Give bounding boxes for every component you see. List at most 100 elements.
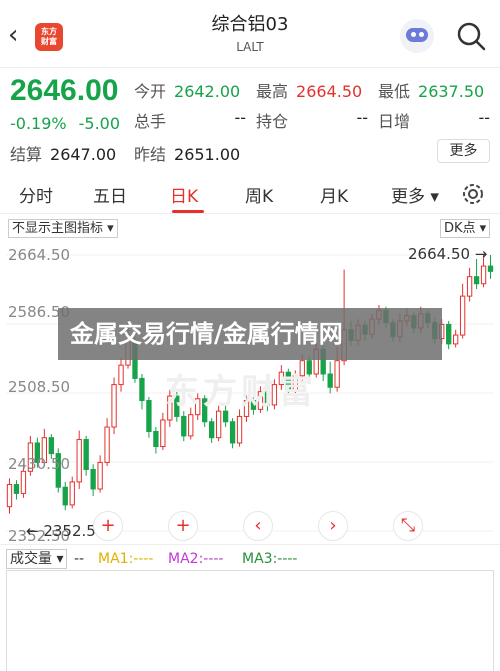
watermark: 东方财富 (165, 372, 317, 412)
candle-body (146, 400, 152, 432)
top-bar: ‹ 东方 财富 综合铝03 LALT (0, 0, 500, 68)
tab-five-day[interactable]: 五日 (93, 182, 127, 207)
candle (13, 480, 20, 500)
y-tick-label: 2430.50 (8, 455, 71, 473)
quote-field-settle: 结算 2647.00 (10, 145, 117, 164)
page-title: 综合铝03 (211, 14, 289, 35)
candle-body (90, 469, 96, 490)
candle (473, 258, 480, 290)
candle (69, 476, 75, 509)
candle (327, 361, 333, 394)
candle-body (215, 410, 222, 439)
candle (236, 409, 243, 447)
title-block: 综合铝03 LALT (150, 10, 350, 54)
y-tick-label: 2664.50 (8, 246, 71, 264)
app-logo: 东方 财富 (35, 23, 63, 51)
quote-field-low: 最低 2637.50 (378, 82, 485, 101)
assistant-robot-icon[interactable] (400, 19, 434, 53)
dk-point-select[interactable]: DK点 ▾ (440, 219, 491, 238)
period-tabs: 分时 五日 日K 周K 月K 更多 ▾ (0, 172, 500, 214)
candle-body (118, 364, 124, 386)
volume-value: -- (74, 551, 85, 567)
fullscreen-button[interactable]: ⤡ (393, 511, 423, 541)
candle-body (6, 484, 13, 508)
quote-field-prev-settle: 昨结 2651.00 (134, 145, 241, 164)
candle (181, 411, 187, 442)
ma3-label: MA3:---- (242, 551, 298, 567)
candle-body (334, 360, 340, 388)
scroll-left-button[interactable]: ‹ (243, 511, 273, 541)
candle (76, 430, 82, 489)
volume-header: 成交量 ▾ -- MA1:---- MA2:---- MA3:---- (0, 544, 500, 570)
candle-body (153, 430, 159, 448)
candle (90, 464, 96, 497)
change-amount: -5.00 (78, 114, 121, 133)
main-indicator-select[interactable]: 不显示主图指标 ▾ (8, 219, 118, 238)
volume-chart[interactable] (6, 570, 494, 671)
change-percent: -0.19% (10, 114, 67, 133)
candle-body (466, 276, 473, 297)
candle-body (446, 323, 452, 345)
candle (446, 320, 452, 350)
candle (452, 329, 459, 348)
candle-body (327, 373, 333, 388)
candle-body (473, 276, 480, 285)
quote-field-daily-change: 日增 -- (378, 108, 490, 131)
candle-body (76, 438, 82, 483)
gear-icon[interactable] (460, 181, 486, 207)
candle (83, 435, 89, 476)
candle (139, 373, 145, 410)
candle-body (104, 426, 110, 463)
more-button[interactable]: 更多 (437, 139, 490, 163)
tab-daily-k[interactable]: 日K (170, 182, 198, 207)
quote-field-open: 今开 2642.00 (134, 82, 241, 101)
candle-body (83, 438, 89, 471)
candle-body (48, 437, 54, 455)
quote-field-volume: 总手 -- (134, 108, 246, 131)
candle-body (459, 295, 466, 336)
price-change: -0.19% -5.00 (10, 114, 132, 133)
high-marker-label: 2664.50 → (408, 245, 488, 263)
page-subtitle: LALT (236, 40, 264, 54)
back-icon[interactable]: ‹ (8, 20, 30, 50)
candle (466, 267, 473, 302)
scroll-right-button[interactable]: › (318, 511, 348, 541)
candle (459, 283, 466, 339)
candle-body (20, 470, 27, 494)
candle (62, 481, 68, 511)
candle (208, 418, 215, 443)
candle-body (188, 414, 194, 437)
candle (111, 377, 117, 435)
candle (6, 478, 13, 514)
zoom-in-button[interactable]: + (93, 511, 123, 541)
candle (487, 255, 494, 279)
volume-indicator-select[interactable]: 成交量 ▾ (6, 549, 68, 569)
search-icon[interactable] (455, 20, 487, 52)
tab-more[interactable]: 更多 ▾ (391, 182, 439, 207)
candle-body (236, 415, 243, 444)
candle-body (208, 421, 215, 439)
quote-panel: 2646.00 -0.19% -5.00 今开 2642.00 最高 2664.50 … (0, 68, 500, 168)
tab-monthly-k[interactable]: 月K (320, 182, 348, 207)
candle-body (480, 265, 487, 285)
last-price: 2646.00 (10, 74, 119, 107)
active-tab-indicator (172, 210, 204, 213)
candle-body (160, 419, 166, 448)
candle-body (452, 334, 459, 345)
candle-body (487, 265, 494, 272)
candle (97, 455, 103, 493)
overlay-banner: 金属交易行情/金属行情网 (58, 308, 442, 360)
quote-field-open-interest: 持仓 -- (256, 108, 368, 131)
ma2-label: MA2:---- (168, 551, 224, 567)
candle (104, 418, 110, 466)
tab-weekly-k[interactable]: 周K (245, 182, 273, 207)
y-tick-label: 2508.50 (8, 378, 71, 396)
candle-body (97, 461, 103, 490)
tab-intraday[interactable]: 分时 (19, 182, 53, 207)
candle (118, 358, 124, 392)
add-indicator-button[interactable]: + (168, 511, 198, 541)
candle-body (111, 384, 117, 428)
candle (229, 418, 236, 449)
candle (160, 412, 166, 451)
candle-body (13, 484, 20, 494)
